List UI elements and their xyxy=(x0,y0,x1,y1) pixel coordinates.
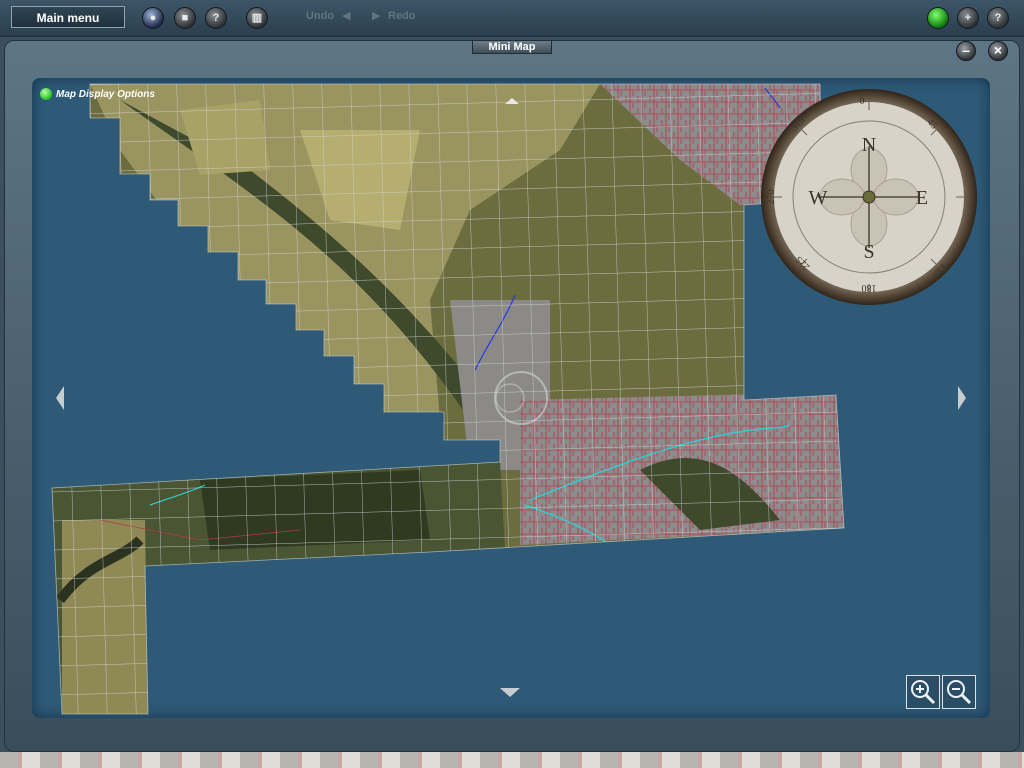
compass-deg-0: 0 xyxy=(860,96,865,107)
compass: N S W E 0 45 135 180 225 270 315 xyxy=(761,89,977,305)
green-toggle-icon[interactable] xyxy=(40,88,52,100)
compass-south-label: S xyxy=(863,241,874,263)
scroll-down-icon[interactable] xyxy=(500,688,520,697)
compass-north-label: N xyxy=(862,134,876,156)
zoom-out-icon xyxy=(947,680,972,705)
zoom-out-button[interactable] xyxy=(942,675,976,709)
map-display-options-label: Map Display Options xyxy=(56,88,155,100)
zoom-in-button[interactable] xyxy=(906,675,940,709)
compass-east-label: E xyxy=(916,187,928,209)
compass-deg-180: 180 xyxy=(862,282,877,293)
compass-west-label: W xyxy=(809,187,828,209)
compass-deg-270: 270 xyxy=(766,190,777,205)
map-display-options[interactable]: Map Display Options xyxy=(40,88,155,100)
scroll-left-icon[interactable] xyxy=(56,386,64,410)
scroll-right-icon[interactable] xyxy=(958,386,966,410)
zoom-in-icon xyxy=(911,680,936,705)
